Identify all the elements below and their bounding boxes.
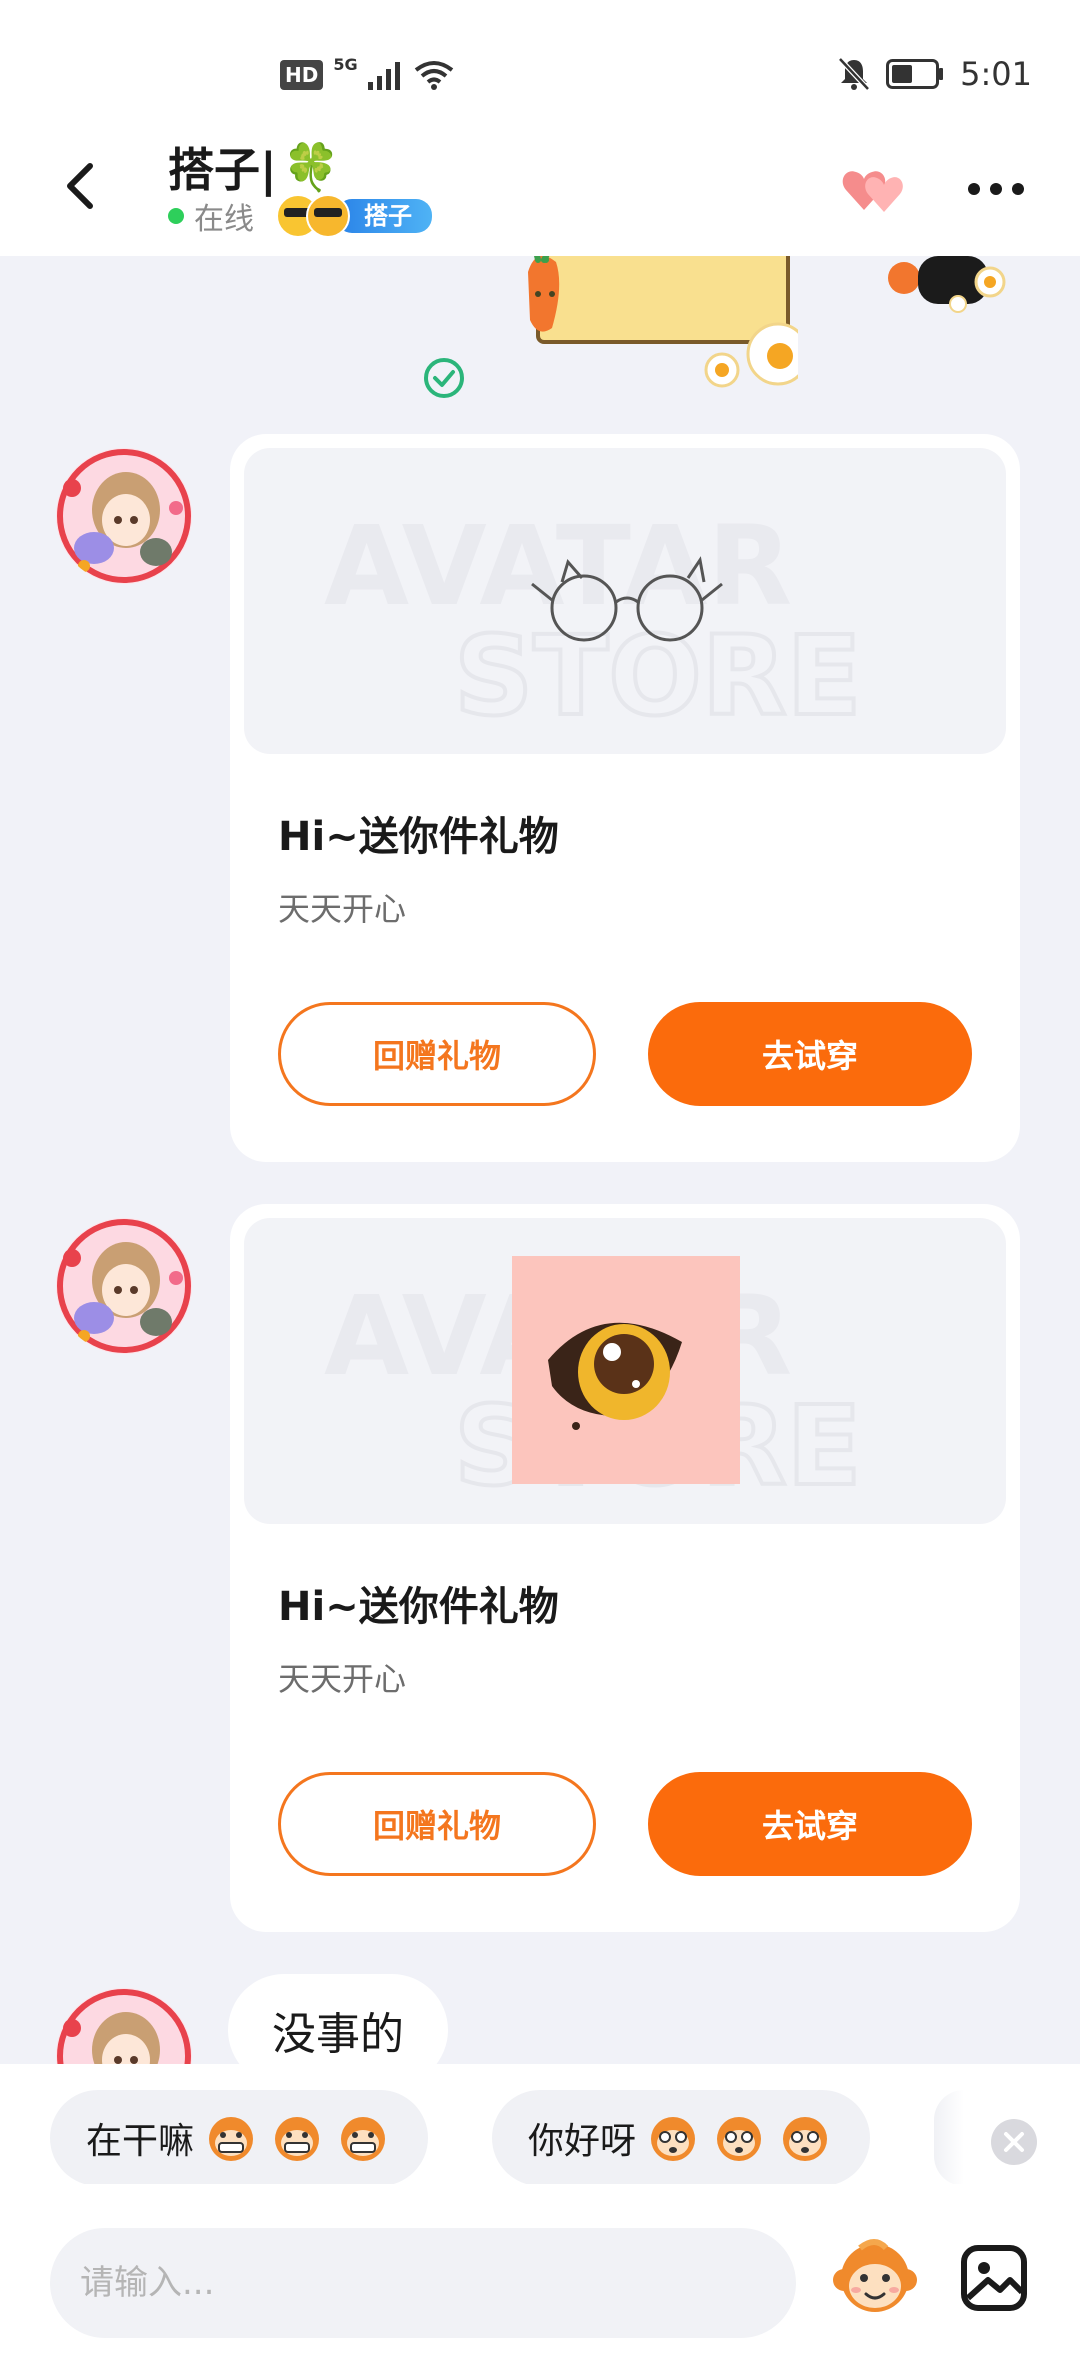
status-left: HD 5G <box>280 55 454 95</box>
chat-header: 搭子| 🍀 在线 搭子 <box>0 130 1080 256</box>
intimacy-button[interactable] <box>838 160 918 220</box>
avatar-image <box>57 1219 191 1353</box>
hd-badge: HD <box>280 60 324 90</box>
more-dots-icon <box>968 183 1024 195</box>
hearts-icon <box>842 171 903 212</box>
close-quick-replies-button[interactable] <box>990 2118 1038 2166</box>
avatar-image <box>57 1989 191 2064</box>
network-type: 5G <box>333 55 358 74</box>
gift-card[interactable]: AVATAR STORE Hi~送你件礼物 天天开心 回赠礼物 去试穿 <box>230 1204 1020 1932</box>
online-status: 在线 <box>194 202 254 237</box>
gift-card[interactable]: AVATAR STORE Hi~送你件礼物 天天开心 回赠礼物 去试穿 <box>230 434 1020 1162</box>
surprised-monkey-icon <box>783 2117 828 2161</box>
quick-reply-text: 在干嘛 <box>86 2121 195 2162</box>
contact-name-text: 搭子| <box>168 143 277 197</box>
more-button[interactable] <box>966 174 1026 204</box>
read-check-icon <box>424 358 464 398</box>
quick-reply-text: 你好呀 <box>528 2121 637 2162</box>
sunglasses-face-icon <box>306 194 350 238</box>
gift-title: Hi~送你件礼物 <box>278 1584 559 1630</box>
try-on-button[interactable]: 去试穿 <box>648 1772 972 1876</box>
relationship-badge[interactable]: 搭子 <box>276 194 432 238</box>
emoji-button[interactable] <box>830 2234 920 2324</box>
try-on-button[interactable]: 去试穿 <box>648 1002 972 1106</box>
gift-subtitle: 天天开心 <box>278 890 407 928</box>
clover-emoji: 🍀 <box>282 139 341 194</box>
gift-subtitle: 天天开心 <box>278 1660 407 1698</box>
contact-name[interactable]: 搭子| 🍀 <box>168 134 340 200</box>
quick-reply-chip-partial[interactable] <box>934 2090 964 2186</box>
presence: 在线 搭子 <box>168 194 432 238</box>
cat-ear-glasses-icon <box>531 556 723 642</box>
signal-icon <box>367 62 400 90</box>
monkey-emoji-icon <box>833 2239 917 2312</box>
wifi-icon <box>414 61 453 90</box>
close-icon <box>991 2119 1037 2165</box>
surprised-monkey-icon <box>651 2117 696 2161</box>
grinning-monkey-icon <box>275 2117 320 2161</box>
sender-avatar[interactable] <box>56 448 192 584</box>
sender-avatar[interactable] <box>56 1218 192 1354</box>
anime-eye-icon <box>512 1256 740 1484</box>
grinning-monkey-icon <box>341 2117 386 2161</box>
chat-area[interactable]: AVATAR STORE Hi~送你件礼物 天天开心 回赠礼物 去试穿 Hi~送… <box>0 256 1080 2064</box>
back-button[interactable] <box>52 156 112 216</box>
quick-reply-bar: 在干嘛 你好呀 <box>0 2064 1080 2186</box>
status-bar: HD 5G 5:01 <box>0 0 1080 130</box>
grinning-monkey-icon <box>209 2117 254 2161</box>
status-right: 5:01 <box>838 52 1032 96</box>
gift-item-preview[interactable]: AVATAR STORE <box>244 448 1006 754</box>
online-dot <box>168 208 184 224</box>
input-bar <box>0 2184 1080 2376</box>
return-gift-button[interactable]: 回赠礼物 <box>278 1772 596 1876</box>
sender-avatar[interactable] <box>56 1988 192 2064</box>
return-gift-button[interactable]: 回赠礼物 <box>278 1002 596 1106</box>
quick-reply-chip[interactable]: 你好呀 <box>492 2090 871 2186</box>
avatar-image <box>57 449 191 583</box>
gift-item-preview[interactable]: AVATAR STORE <box>244 1218 1006 1524</box>
relationship-tag: 搭子 <box>336 199 432 233</box>
mute-bell-icon <box>838 57 870 91</box>
message-input[interactable] <box>50 2228 796 2338</box>
sticker-image[interactable] <box>508 256 798 406</box>
gift-title: Hi~送你件礼物 <box>278 814 559 860</box>
quick-reply-chip[interactable]: 在干嘛 <box>50 2090 429 2186</box>
image-icon <box>961 2245 1027 2311</box>
chevron-left-icon <box>67 163 93 209</box>
text-message-bubble[interactable]: 没事的 <box>228 1974 448 2064</box>
battery-icon <box>886 59 944 89</box>
clock: 5:01 <box>960 55 1032 93</box>
image-button[interactable] <box>958 2242 1030 2314</box>
sticker-thumbnail[interactable] <box>880 256 1020 316</box>
surprised-monkey-icon <box>717 2117 762 2161</box>
